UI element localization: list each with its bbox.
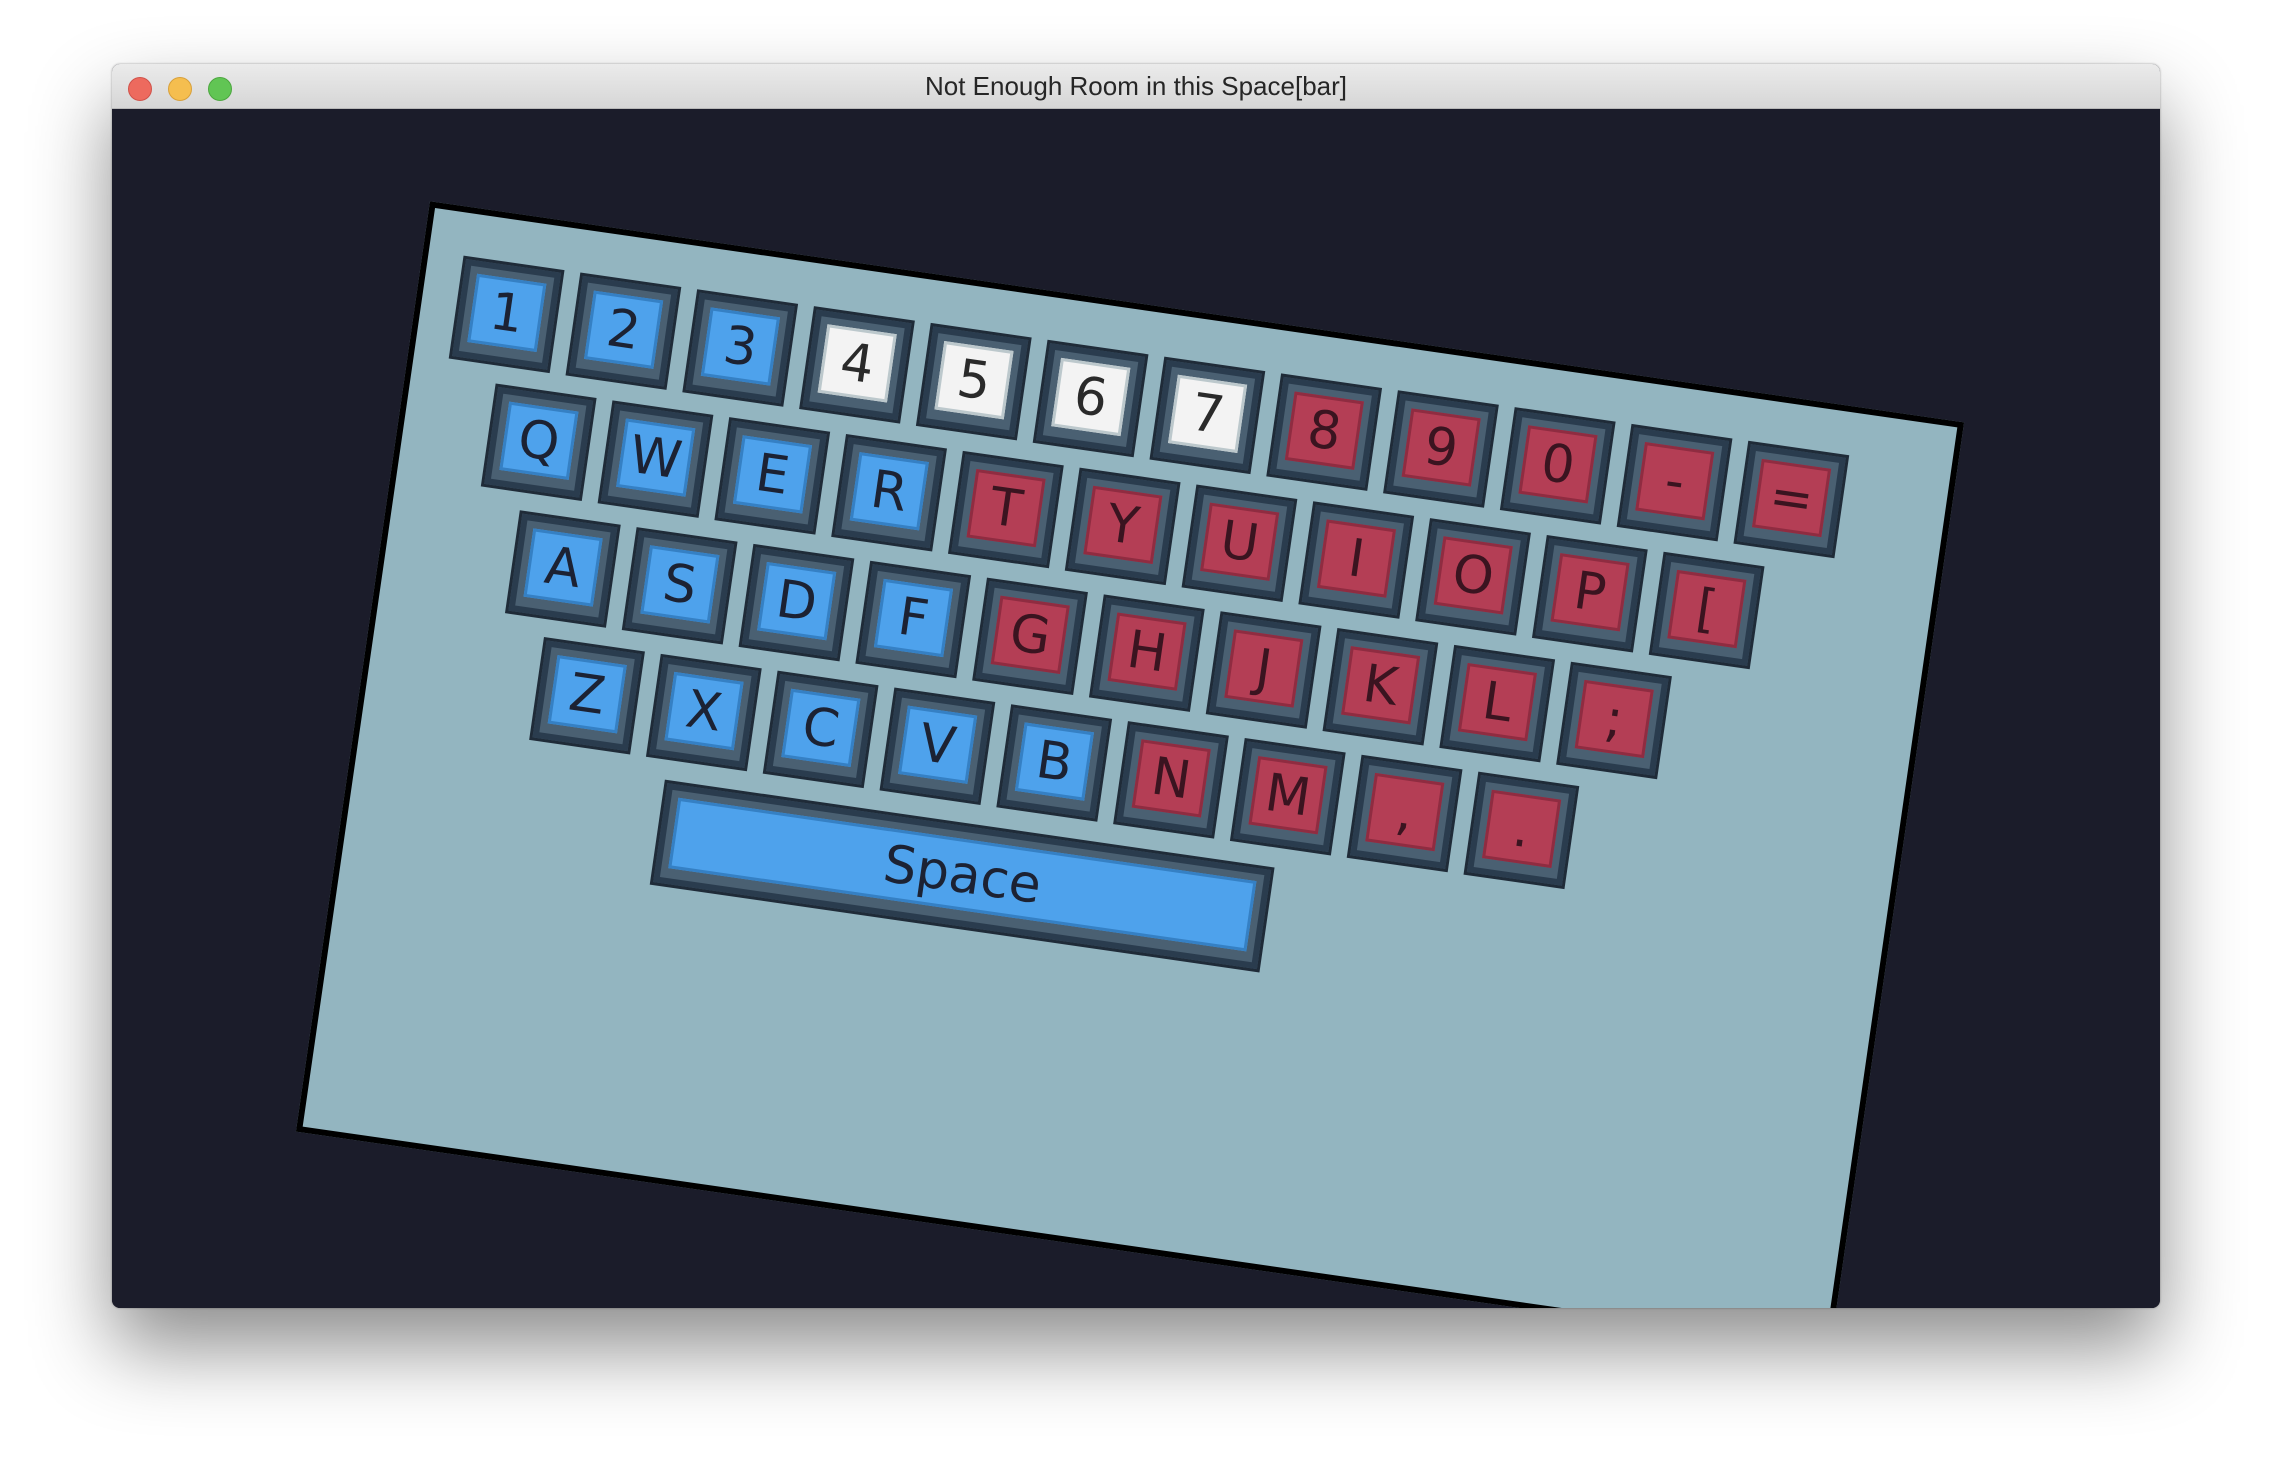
key-label: C [781, 688, 861, 768]
key-o[interactable]: O [1418, 521, 1528, 633]
key-n[interactable]: N [1116, 724, 1226, 836]
key-x[interactable]: X [649, 657, 759, 768]
key-label: G [990, 595, 1070, 674]
key-h[interactable]: H [1092, 597, 1202, 709]
key-label: U [1200, 502, 1280, 581]
key-label: H [1107, 612, 1187, 691]
key-label: T [966, 468, 1046, 548]
key-label: 8 [1284, 391, 1364, 470]
key-label: O [1433, 536, 1513, 615]
key-label: D [757, 562, 837, 641]
window-title: Not Enough Room in this Space[bar] [924, 71, 1348, 101]
key-label: = [1751, 458, 1832, 538]
key-5[interactable]: 5 [919, 326, 1029, 438]
keyboard-board: 1 2 3 4 5 6 7 8 9 0- = Q W E R T Y U I O P [ A S D F G H J K L; Z X C V B N M… [295, 201, 1965, 1308]
app-window: Not Enough Room in this Space[bar] 12345… [112, 64, 2160, 1308]
key-symbol[interactable]: = [1736, 444, 1846, 555]
key-s[interactable]: S [625, 530, 735, 642]
key-label: Z [547, 655, 627, 734]
key-label: I [1316, 519, 1397, 598]
key-label: K [1341, 646, 1421, 725]
key-j[interactable]: J [1209, 614, 1319, 726]
key-label: J [1224, 629, 1304, 708]
key-label: Q [499, 401, 579, 480]
key-label: . [1482, 789, 1562, 869]
game-canvas: 1 2 3 4 5 6 7 8 9 0- = Q W E R T Y U I O P [ A S D F G H J K L; Z X C V B N M… [112, 109, 2160, 1308]
key-label: 0 [1518, 425, 1598, 504]
key-8[interactable]: 8 [1269, 376, 1379, 488]
key-i[interactable]: I [1301, 504, 1411, 616]
key-u[interactable]: U [1184, 487, 1294, 599]
key-label: - [1635, 442, 1715, 521]
key-label: B [1014, 722, 1094, 801]
key-y[interactable]: Y [1068, 471, 1178, 582]
key-k[interactable]: K [1325, 631, 1435, 743]
key-label: N [1131, 739, 1211, 818]
key-c[interactable]: C [766, 674, 876, 785]
key-label: R [849, 452, 929, 531]
key-label: , [1365, 772, 1445, 852]
key-p[interactable]: P [1535, 538, 1645, 650]
key-label: 4 [817, 324, 897, 403]
key-f[interactable]: F [858, 564, 968, 675]
key-label: 5 [934, 341, 1014, 420]
key-label: [ [1667, 569, 1747, 649]
key-9[interactable]: 9 [1386, 393, 1496, 505]
key-label: 2 [584, 290, 664, 369]
key-e[interactable]: E [717, 420, 827, 532]
key-label: X [664, 671, 744, 751]
key-label: ; [1574, 679, 1654, 759]
key-2[interactable]: 2 [568, 275, 678, 387]
key-label: 1 [467, 273, 547, 353]
key-a[interactable]: A [508, 513, 618, 625]
key-label: W [616, 418, 696, 497]
key-v[interactable]: V [882, 690, 992, 802]
key-label: 7 [1168, 374, 1248, 453]
key-m[interactable]: M [1233, 741, 1343, 853]
key-0[interactable]: 0 [1503, 410, 1613, 522]
key-label: V [898, 705, 978, 784]
key-l[interactable]: L [1442, 648, 1552, 759]
key-symbol[interactable]: ; [1559, 665, 1669, 776]
key-g[interactable]: G [975, 580, 1085, 692]
key-label: 6 [1051, 357, 1131, 437]
key-6[interactable]: 6 [1036, 343, 1146, 454]
key-r[interactable]: R [834, 437, 944, 549]
key-3[interactable]: 3 [685, 292, 795, 404]
key-4[interactable]: 4 [802, 309, 912, 421]
key-label: P [1550, 553, 1630, 632]
key-d[interactable]: D [741, 547, 851, 658]
key-label: A [523, 528, 603, 607]
key-t[interactable]: T [951, 454, 1061, 565]
key-label: M [1248, 756, 1328, 835]
key-b[interactable]: B [999, 707, 1109, 819]
key-q[interactable]: Q [484, 386, 594, 498]
key-label: Y [1083, 485, 1163, 565]
title-bar: Not Enough Room in this Space[bar] [112, 64, 2160, 109]
key-symbol[interactable]: , [1350, 758, 1460, 869]
key-symbol[interactable]: . [1466, 775, 1576, 886]
key-label: 3 [700, 307, 780, 386]
key-7[interactable]: 7 [1152, 359, 1262, 471]
key-label: E [732, 435, 813, 514]
key-z[interactable]: Z [532, 640, 642, 752]
key-label: 9 [1401, 408, 1481, 487]
key-label: S [640, 545, 720, 624]
key-w[interactable]: W [600, 403, 710, 515]
key-symbol[interactable]: - [1620, 427, 1730, 539]
key-1[interactable]: 1 [452, 259, 562, 370]
key-label: F [873, 578, 954, 658]
key-symbol[interactable]: [ [1652, 555, 1762, 666]
key-label: L [1457, 663, 1537, 742]
